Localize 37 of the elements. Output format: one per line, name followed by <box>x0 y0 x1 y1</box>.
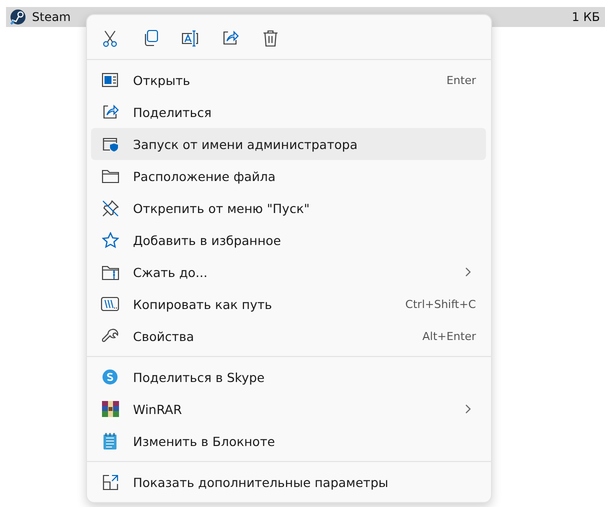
zip-folder-icon <box>102 264 118 280</box>
menu-item[interactable]: Показать дополнительные параметры <box>91 466 486 498</box>
external-window-icon <box>102 474 118 490</box>
folder-icon <box>102 169 118 183</box>
star-icon <box>102 232 118 248</box>
menu-item[interactable]: Изменить в Блокноте <box>91 425 486 457</box>
menu-item[interactable]: Сжать до... <box>91 256 486 288</box>
file-size: 1 КБ <box>572 10 600 24</box>
menu-item[interactable]: Открыть Enter <box>91 64 486 96</box>
menu-item[interactable]: Расположение файла <box>91 160 486 192</box>
menu-item[interactable]: Поделиться в Skype <box>91 361 486 393</box>
scissors-icon <box>102 30 118 46</box>
notepad-icon <box>103 432 117 450</box>
menu-item[interactable]: Добавить в избранное <box>91 224 486 256</box>
share-icon <box>222 30 238 46</box>
file-name: Steam <box>32 10 72 24</box>
menu-item[interactable]: Поделиться <box>91 96 486 128</box>
shield-window-icon <box>102 136 118 152</box>
trash-icon <box>262 30 278 46</box>
menu-item[interactable]: Свойства Alt+Enter <box>91 320 486 352</box>
window-icon <box>102 73 118 87</box>
shortcut-text: Ctrl+Shift+C <box>405 298 476 310</box>
menu-item[interactable]: Копировать как путь Ctrl+Shift+C <box>91 288 486 320</box>
menu-item[interactable]: WinRAR <box>91 393 486 425</box>
copy-icon <box>142 30 158 46</box>
shortcut-text: Alt+Enter <box>422 330 476 342</box>
skype-icon <box>102 369 118 385</box>
path-icon <box>101 297 119 311</box>
shortcut-text: Enter <box>446 74 476 86</box>
rename-icon <box>181 30 199 46</box>
share-icon <box>102 104 118 120</box>
wrench-icon <box>102 328 118 344</box>
menu-item[interactable]: Запуск от имени администратора <box>91 128 486 160</box>
steam-icon <box>10 9 26 25</box>
unpin-icon <box>102 200 118 216</box>
menu-item[interactable]: Открепить от меню "Пуск" <box>91 192 486 224</box>
winrar-icon <box>102 401 118 417</box>
